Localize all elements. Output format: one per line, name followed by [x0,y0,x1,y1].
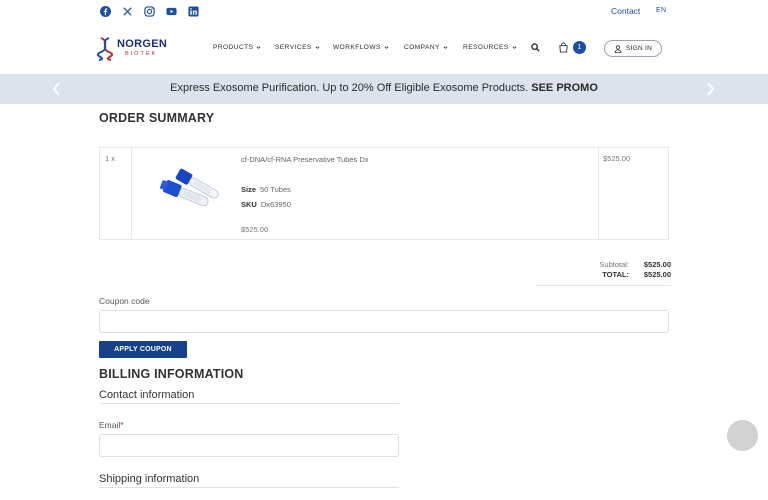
nav-services[interactable]: SERVICES [275,44,333,51]
contact-info-heading: Contact information [99,389,195,401]
subtotal-value: $525.00 [643,260,671,269]
item-quantity: 1 x [105,154,116,163]
product-sku: SKU Dx63950 [241,200,291,209]
social-links [100,6,199,17]
product-name[interactable]: cf-DNA/cf-RNA Preservative Tubes Dx [241,155,369,164]
sign-in-label: SIGN IN [625,45,653,52]
coupon-input[interactable] [99,310,669,333]
product-unit-price: $525.00 [241,225,269,234]
scroll-to-top-button[interactable] [727,420,758,451]
norgen-logo[interactable]: NORGEN BIOTEK [97,36,167,62]
nav-company[interactable]: COMPANY [404,44,463,51]
coupon-label: Coupon code [99,296,150,306]
nav-workflows-label: WORKFLOWS [333,44,381,51]
instagram-icon[interactable] [144,6,155,17]
shopping-bag-icon [559,42,568,53]
chevron-down-icon [384,46,389,49]
chevron-right-icon[interactable] [703,81,717,97]
nav-workflows[interactable]: WORKFLOWS [333,44,404,51]
nav-resources[interactable]: RESOURCES [463,44,523,51]
size-value: 50 Tubes [260,185,291,194]
nav-products-label: PRODUCTS [213,44,254,51]
order-totals: Subtotal: $525.00 TOTAL: $525.00 [536,260,671,286]
top-bar: Contact EN [0,0,768,24]
line-total: $525.00 [603,154,631,163]
brand-subtitle: BIOTEK [125,51,158,57]
promo-banner: Express Exosome Purification. Up to 20% … [0,74,768,104]
required-marker: * [120,420,124,430]
table-divider [598,148,599,239]
search-icon[interactable] [531,43,540,52]
nav-services-label: SERVICES [275,44,312,51]
linkedin-icon[interactable] [188,6,199,17]
x-icon[interactable] [122,6,133,17]
brand-name: NORGEN [117,38,168,50]
main-navbar: NORGEN BIOTEK PRODUCTS SERVICES WORKFLOW… [0,24,768,74]
product-size: Size 50 Tubes [241,185,291,194]
product-image[interactable] [147,166,227,224]
total-label: TOTAL: [602,270,629,279]
size-label: Size [241,185,257,194]
primary-nav: PRODUCTS SERVICES WORKFLOWS COMPANY RESO… [213,44,523,51]
youtube-icon[interactable] [166,6,177,17]
cart-count-badge: 1 [573,41,586,54]
chevron-down-icon [443,46,448,49]
promo-text: Express Exosome Purification. Up to 20% … [0,82,768,94]
billing-title: BILLING INFORMATION [99,367,244,381]
language-selector[interactable]: EN [656,7,666,14]
total-value: $525.00 [643,270,671,279]
order-items-table: 1 x cf-DNA/cf-RNA Preservative Tubes Dx … [99,147,669,240]
totals-divider [536,285,671,286]
email-label-text: Email [99,420,121,430]
subtotal-label: Subtotal: [599,260,629,269]
cart-button[interactable]: 1 [558,41,588,55]
sku-value: Dx63950 [260,200,291,209]
shipping-info-heading: Shipping information [99,473,200,485]
chevron-down-icon [257,46,261,49]
email-field[interactable] [99,434,399,457]
user-icon [614,44,622,53]
promo-message: Express Exosome Purification. Up to 20% … [170,82,529,94]
sku-label: SKU [241,200,257,209]
order-summary-title: ORDER SUMMARY [99,111,215,125]
chevron-down-icon [315,46,320,49]
sign-in-button[interactable]: SIGN IN [604,40,662,57]
facebook-icon[interactable] [100,6,111,17]
see-promo-link[interactable]: SEE PROMO [531,82,598,94]
contact-info-divider [99,403,399,404]
chevron-down-icon [512,46,517,49]
nav-products[interactable]: PRODUCTS [213,44,275,51]
apply-coupon-button[interactable]: APPLY COUPON [99,341,187,358]
nav-company-label: COMPANY [404,44,440,51]
contact-link[interactable]: Contact [611,6,640,16]
total-row: TOTAL: $525.00 [536,270,671,280]
nav-resources-label: RESOURCES [463,44,509,51]
table-divider [131,148,132,239]
email-label: Email* [99,420,124,430]
subtotal-row: Subtotal: $525.00 [536,260,671,270]
shipping-info-divider [99,487,399,488]
